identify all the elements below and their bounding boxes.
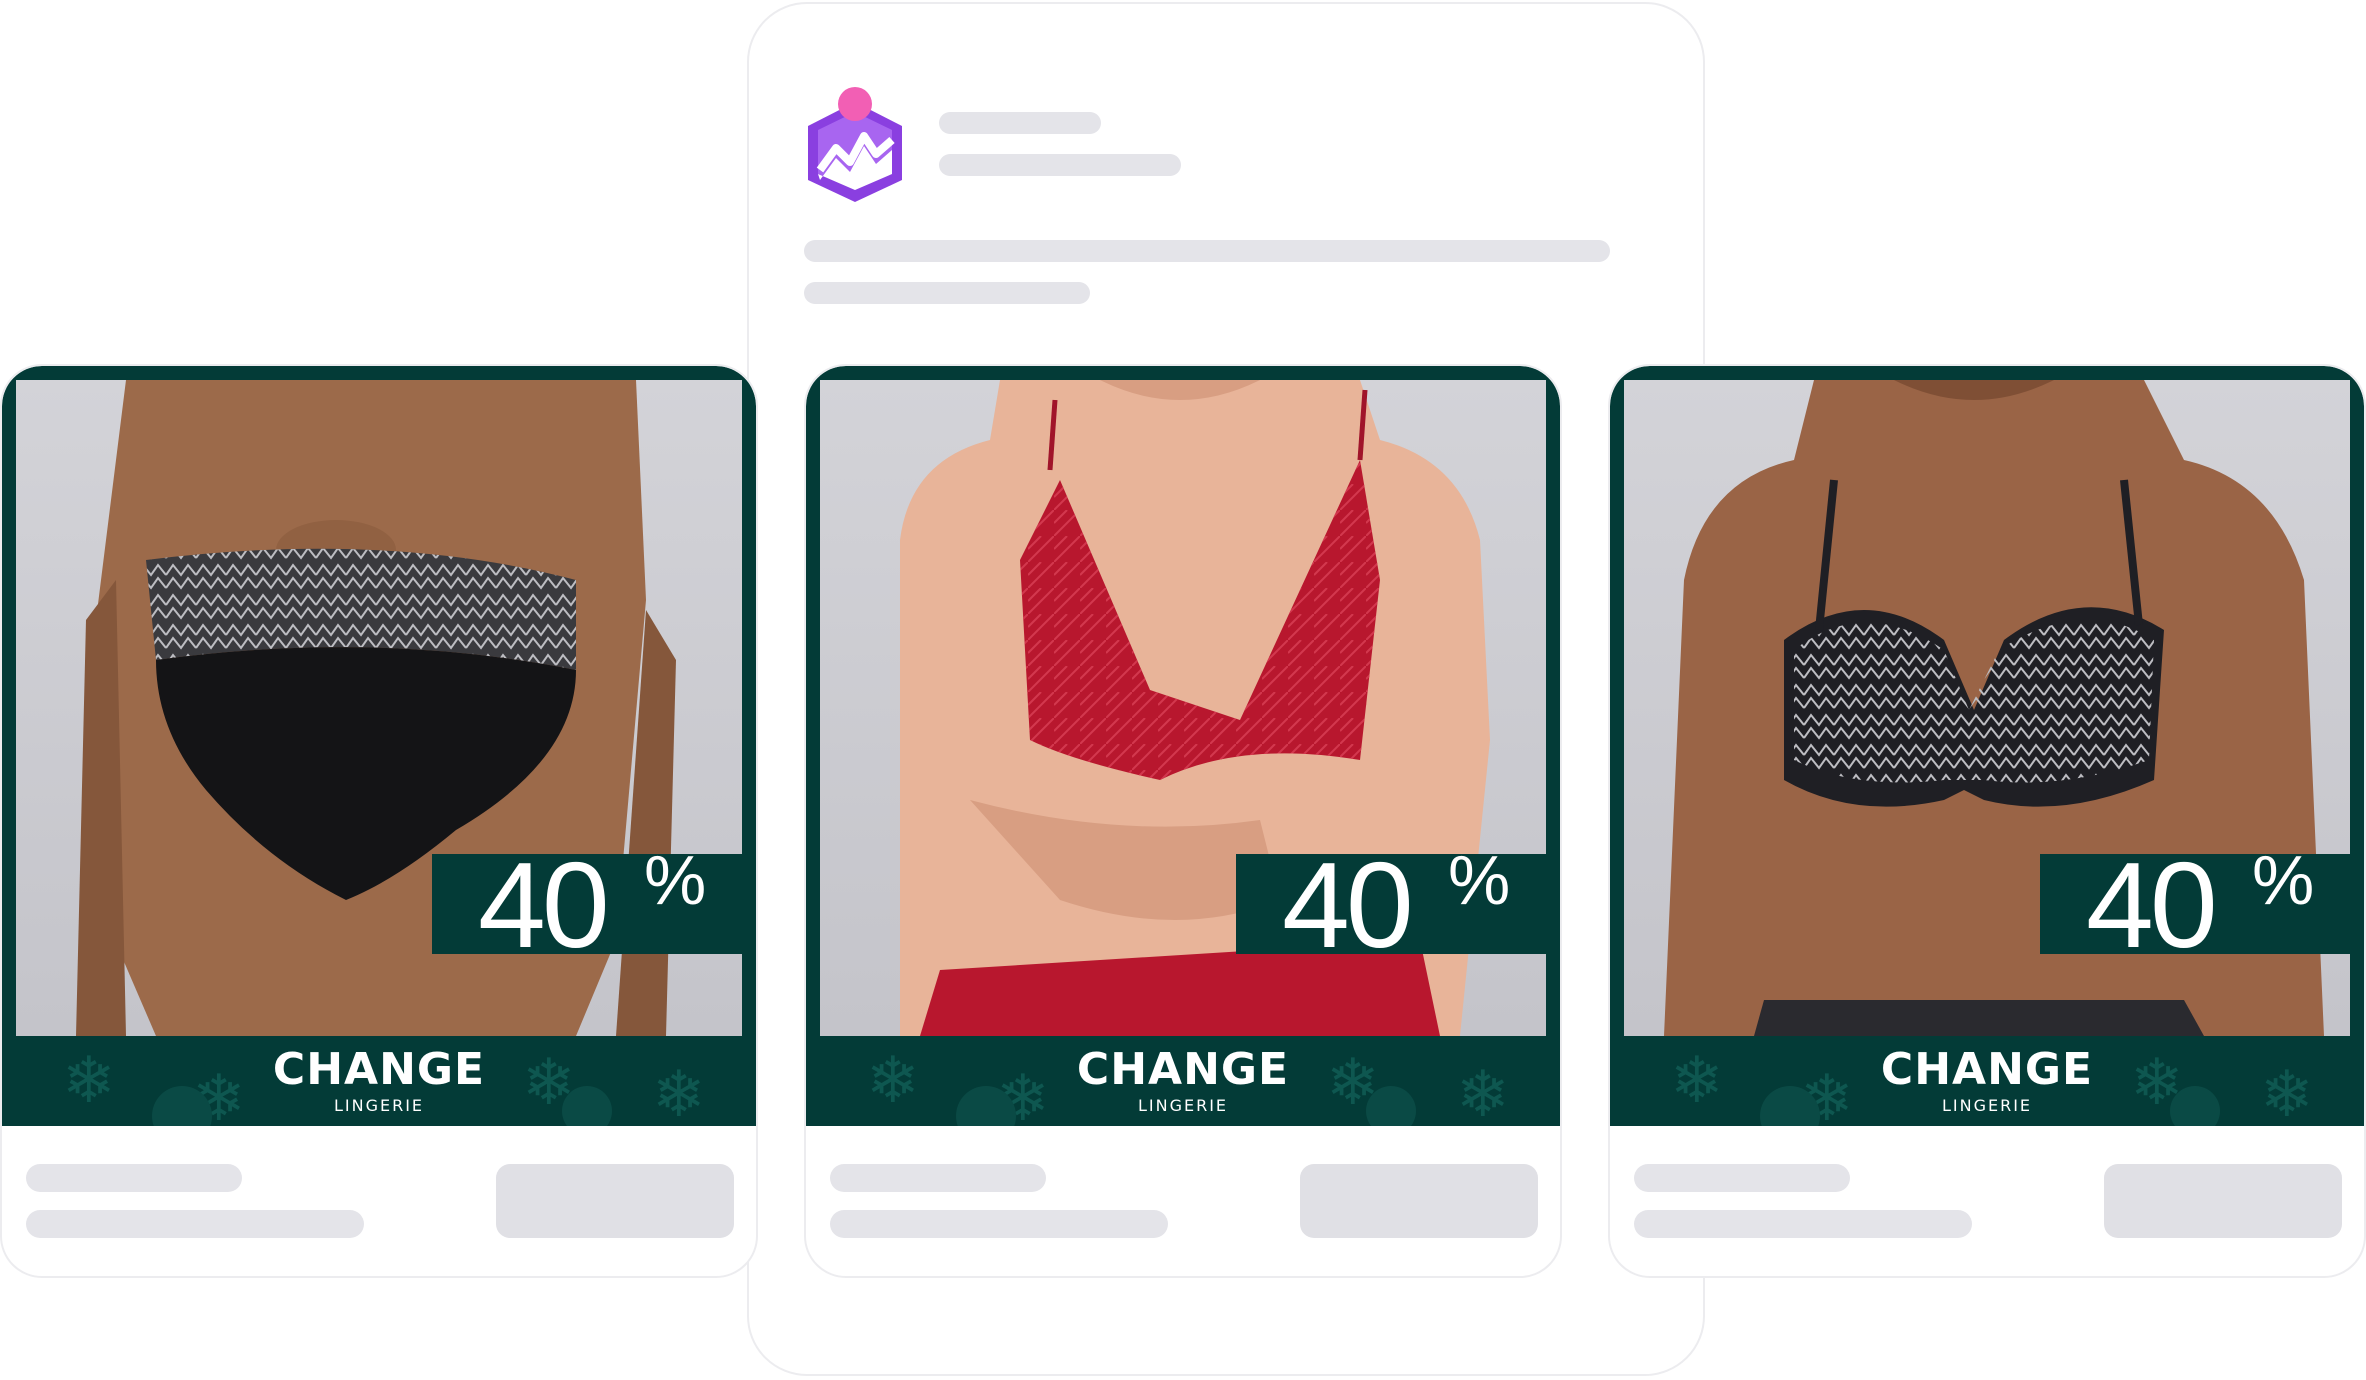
discount-badge: 40 % <box>1236 840 1546 970</box>
cta-button-skeleton[interactable] <box>2104 1164 2342 1238</box>
ad-desc-skeleton <box>830 1210 1168 1238</box>
brand-subtitle: LINGERIE <box>1137 1096 1229 1115</box>
cta-button-skeleton[interactable] <box>1300 1164 1538 1238</box>
cta-button-skeleton[interactable] <box>496 1164 734 1238</box>
ad-creative[interactable]: 40 % ❄ ❄ ❄ ❄ CHANGE LINGERIE <box>2 366 756 1126</box>
post-subtitle-skeleton <box>939 154 1181 176</box>
ad-desc-skeleton <box>26 1210 364 1238</box>
ad-title-skeleton <box>26 1164 242 1192</box>
discount-percent-symbol: % <box>1448 841 1511 919</box>
post-text-skeleton <box>804 240 1610 262</box>
brand-name: CHANGE <box>1880 1044 2094 1095</box>
discount-value: 40 <box>478 837 610 973</box>
post-text-skeleton <box>804 282 1090 304</box>
ad-card[interactable]: 40 % ❄ ❄ ❄ ❄ CHANGE LINGERIE <box>0 364 758 1278</box>
ad-card[interactable]: 40 % ❄ ❄ ❄ ❄ CHANGE LINGERIE <box>804 364 1562 1278</box>
ad-card[interactable]: 40 % ❄ ❄ ❄ ❄ CHANGE LINGERIE <box>1608 364 2366 1278</box>
brand-name: CHANGE <box>1076 1044 1290 1095</box>
brand-banner: ❄ ❄ ❄ ❄ CHANGE LINGERIE <box>1610 1036 2364 1126</box>
post-title-skeleton <box>939 112 1101 134</box>
ad-title-skeleton <box>1634 1164 1850 1192</box>
brand-banner: ❄ ❄ ❄ ❄ CHANGE LINGERIE <box>806 1036 1560 1126</box>
discount-badge: 40 % <box>432 840 742 970</box>
discount-value: 40 <box>2086 837 2218 973</box>
discount-value: 40 <box>1282 837 1414 973</box>
brand-banner: ❄ ❄ ❄ ❄ CHANGE LINGERIE <box>2 1036 756 1126</box>
ad-desc-skeleton <box>1634 1210 1972 1238</box>
ad-creative[interactable]: 40 % ❄ ❄ ❄ ❄ CHANGE LINGERIE <box>806 366 1560 1126</box>
brand-subtitle: LINGERIE <box>1941 1096 2033 1115</box>
app-logo-icon <box>808 87 902 202</box>
discount-percent-symbol: % <box>2252 841 2315 919</box>
ad-title-skeleton <box>830 1164 1046 1192</box>
brand-name: CHANGE <box>272 1044 486 1095</box>
discount-percent-symbol: % <box>644 841 707 919</box>
brand-subtitle: LINGERIE <box>333 1096 425 1115</box>
discount-badge: 40 % <box>2040 840 2350 970</box>
ad-creative[interactable]: 40 % ❄ ❄ ❄ ❄ CHANGE LINGERIE <box>1610 366 2364 1126</box>
